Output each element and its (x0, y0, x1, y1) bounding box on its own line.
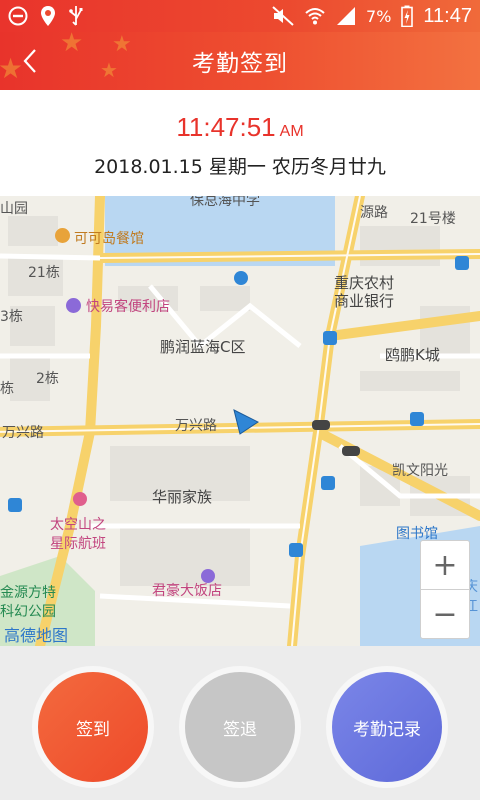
location-icon (41, 6, 55, 26)
traffic-light-icon (342, 446, 360, 456)
bus-stop-icon[interactable] (455, 256, 469, 270)
page-title: 考勤签到 (192, 51, 288, 77)
map-label: 华丽家族 (152, 488, 213, 506)
star-decoration-icon: ★ (100, 58, 118, 82)
action-bar: 签到 签退 考勤记录 (0, 646, 480, 800)
battery-charging-icon (401, 5, 414, 27)
bus-stop-icon[interactable] (410, 412, 424, 426)
traffic-light-icon (312, 420, 330, 430)
status-time: 11:47 (423, 4, 472, 27)
map-label: 21栋 (28, 265, 60, 281)
star-decoration-icon: ★ (60, 32, 84, 58)
map-label: 凯文阳光 (392, 463, 448, 479)
road-label: 万兴路 (175, 418, 217, 434)
map-label: 3栋 (0, 309, 23, 325)
map-label: 可可岛餐馆 (74, 231, 144, 247)
mute-icon (272, 6, 294, 26)
date-text: 2018.01.15 星期一 农历冬月廿九 (94, 156, 386, 178)
zoom-out-button[interactable]: − (420, 589, 470, 639)
store-icon[interactable] (66, 298, 81, 313)
map-label: 保总海中学 (190, 196, 260, 209)
entertainment-icon[interactable] (73, 492, 87, 506)
header: ★ ★ ★ ★ 考勤签到 (0, 32, 480, 90)
bus-stop-icon[interactable] (8, 498, 22, 512)
road-label: 源路 (360, 205, 388, 221)
map-label: 栋 (0, 381, 14, 397)
sign-in-button[interactable]: 签到 (38, 672, 148, 782)
status-bar: 7% 11:47 (0, 0, 480, 32)
parking-icon[interactable] (234, 271, 248, 285)
do-not-disturb-icon (8, 6, 28, 26)
map-label: 君豪大饭店 (152, 583, 222, 599)
map-view[interactable]: 可可岛餐馆 快易客便利店 鹏润蓝海C区 重庆农村 商业银行 鸥鹏K城 万兴路 万… (0, 196, 480, 646)
battery-percent: 7% (366, 6, 392, 26)
bus-stop-icon[interactable] (323, 331, 337, 345)
wifi-icon (305, 8, 325, 25)
star-decoration-icon: ★ (112, 32, 132, 57)
map-label: 21号楼 (410, 211, 456, 227)
usb-icon (69, 6, 83, 26)
signal-icon (337, 7, 356, 25)
sign-out-button[interactable]: 签退 (185, 672, 295, 782)
bus-stop-icon[interactable] (289, 543, 303, 557)
zoom-in-button[interactable]: + (420, 540, 470, 590)
back-icon[interactable] (18, 47, 44, 75)
map-label: 山园 (0, 201, 28, 217)
map-canvas (0, 196, 480, 646)
restaurant-icon[interactable] (55, 228, 70, 243)
map-label: 快易客便利店 (86, 299, 170, 315)
road-label: 万兴路 (2, 425, 44, 441)
time-info: 11:47:51 AM 2018.01.15 星期一 农历冬月廿九 (0, 90, 480, 196)
clock-ampm: AM (279, 123, 304, 140)
bus-stop-icon[interactable] (321, 476, 335, 490)
clock-time: 11:47:51 (176, 112, 276, 142)
map-label: 鸥鹏K城 (385, 346, 440, 364)
map-attribution: 高德地图 (4, 626, 69, 645)
map-label: 太空山之 星际航班 (50, 517, 106, 552)
attendance-records-button[interactable]: 考勤记录 (332, 672, 442, 782)
map-label: 鹏润蓝海C区 (160, 338, 246, 356)
map-label: 2栋 (36, 371, 59, 387)
map-label: 重庆农村 商业银行 (334, 274, 395, 310)
map-label: 金源方特 科幻公园 (0, 585, 56, 620)
current-time: 11:47:51 AM (0, 112, 480, 143)
